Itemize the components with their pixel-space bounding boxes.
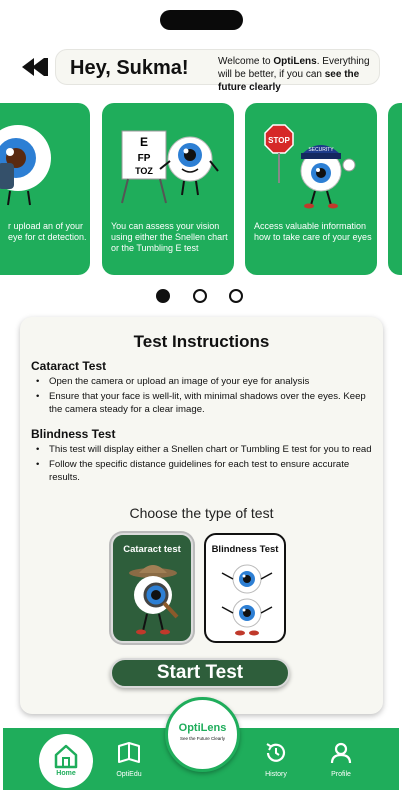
blind-bullets: This test will display either a Snellen … [31,443,376,486]
eyeball-camera-icon [0,125,51,206]
carousel-dot-2[interactable] [193,289,207,303]
user-name: Sukma! [116,57,189,79]
eyeball-security-icon: STOP SECURITY [264,124,356,209]
greeting-prefix: Hey, [70,57,117,79]
stop-sign-text: STOP [268,136,290,145]
back-icon[interactable] [22,57,50,77]
carousel-dot-1[interactable] [156,289,170,303]
two-eyeballs-icon [221,564,273,636]
tab-history-label: History [265,771,287,778]
carousel-card-next[interactable] [388,103,402,275]
greeting-text: Hey, Sukma! [70,57,189,80]
blind-section-title: Blindness Test [31,427,116,441]
tab-profile[interactable]: Profile [311,728,371,790]
blindness-option-label: Blindness Test [211,544,279,555]
start-test-button[interactable]: Start Test [110,658,290,688]
cataract-option-label: Cataract test [123,544,181,555]
choose-test-label: Choose the type of test [129,505,274,521]
list-item: This test will display either a Snellen … [31,443,376,456]
security-cap-text: SECURITY [308,147,334,153]
carousel-card-vision[interactable]: E FP TOZ You can assess your vision usin… [102,103,234,275]
list-item: Follow the specific distance guidelines … [31,458,376,484]
panel-title: Test Instructions [133,332,270,351]
carousel-card-text: You can assess your vision using either … [111,221,228,253]
tab-history[interactable]: History [246,728,306,790]
list-item: Ensure that your face is well-lit, with … [31,390,376,416]
eyeball-snellen-icon: E FP TOZ [121,130,219,204]
carousel-card-text: r upload an of your eye for ct detection… [8,221,87,242]
greeting-box: Hey, Sukma! Welcome to OptiLens. Everyth… [55,49,380,93]
optilens-logo-button[interactable]: OptiLens See the Future Clearly [165,697,240,772]
welcome-prefix: Welcome to [218,56,274,67]
tab-optiedu[interactable]: OptiEdu [99,728,159,790]
cataract-test-option[interactable]: Cataract test [111,533,193,643]
profile-icon [330,742,352,764]
logo-tagline: See the Future Clearly [179,736,226,741]
history-icon [266,743,286,762]
list-item: Open the camera or upload an image of yo… [31,375,376,388]
home-icon [54,744,78,769]
welcome-message: Welcome to OptiLens. Everything will be … [218,55,380,94]
tab-home-label: Home [56,770,76,777]
eyeball-detective-icon [129,565,179,635]
snellen-row-3: TOZ [135,166,153,176]
logo-name: OptiLens [178,722,227,734]
carousel-dot-3[interactable] [229,289,243,303]
carousel-card-text: Access valuable information how to take … [254,221,372,242]
blindness-test-option[interactable]: Blindness Test [204,533,286,643]
carousel-card-education[interactable]: STOP SECURITY Access valuable informatio… [245,103,377,275]
cataract-section-title: Cataract Test [31,359,107,373]
carousel-pagination [156,289,246,303]
book-icon [118,742,140,763]
device-notch [160,10,243,30]
cataract-bullets: Open the camera or upload an image of yo… [31,375,376,418]
header: Hey, Sukma! Welcome to OptiLens. Everyth… [0,46,402,93]
test-instructions-panel: Test Instructions Cataract Test Open the… [20,317,383,714]
snellen-row-1: E [140,135,148,149]
tab-optiedu-label: OptiEdu [116,771,142,778]
snellen-row-2: FP [138,153,151,164]
feature-carousel[interactable]: r upload an of your eye for ct detection… [0,103,402,275]
welcome-brand: OptiLens [273,56,317,67]
tab-home[interactable]: Home [39,734,93,788]
carousel-card-cataract[interactable]: r upload an of your eye for ct detection… [0,103,90,275]
tab-profile-label: Profile [331,771,351,778]
